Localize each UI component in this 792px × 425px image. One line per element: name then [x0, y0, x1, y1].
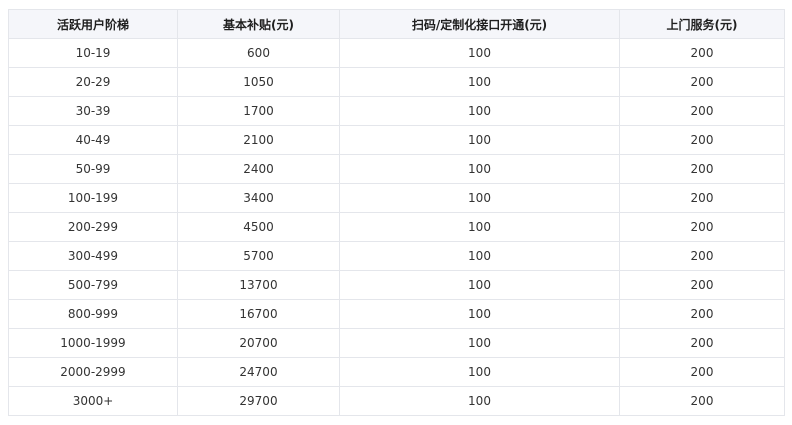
cell-onsite-service: 200	[619, 212, 785, 242]
cell-tier: 300-499	[8, 241, 178, 271]
cell-onsite-service: 200	[619, 38, 785, 68]
cell-scan-custom-api: 100	[339, 328, 620, 358]
cell-scan-custom-api: 100	[339, 212, 620, 242]
cell-basic-subsidy: 1700	[177, 96, 340, 126]
cell-basic-subsidy: 2100	[177, 125, 340, 155]
cell-scan-custom-api: 100	[339, 386, 620, 416]
cell-basic-subsidy: 20700	[177, 328, 340, 358]
table-header-row: 活跃用户阶梯 基本补贴(元) 扫码/定制化接口开通(元) 上门服务(元)	[8, 9, 785, 39]
table-row: 2000-2999 24700 100 200	[8, 357, 785, 387]
cell-basic-subsidy: 5700	[177, 241, 340, 271]
cell-tier: 800-999	[8, 299, 178, 329]
cell-scan-custom-api: 100	[339, 357, 620, 387]
cell-tier: 40-49	[8, 125, 178, 155]
cell-scan-custom-api: 100	[339, 96, 620, 126]
header-basic-subsidy: 基本补贴(元)	[177, 9, 340, 39]
cell-onsite-service: 200	[619, 96, 785, 126]
table-row: 10-19 600 100 200	[8, 38, 785, 68]
table-row: 20-29 1050 100 200	[8, 67, 785, 97]
header-active-user-tier: 活跃用户阶梯	[8, 9, 178, 39]
cell-onsite-service: 200	[619, 386, 785, 416]
cell-onsite-service: 200	[619, 241, 785, 271]
cell-scan-custom-api: 100	[339, 183, 620, 213]
subsidy-table: 活跃用户阶梯 基本补贴(元) 扫码/定制化接口开通(元) 上门服务(元) 10-…	[8, 9, 785, 416]
table-row: 100-199 3400 100 200	[8, 183, 785, 213]
cell-onsite-service: 200	[619, 183, 785, 213]
cell-tier: 30-39	[8, 96, 178, 126]
header-onsite-service: 上门服务(元)	[619, 9, 785, 39]
table-row: 800-999 16700 100 200	[8, 299, 785, 329]
cell-basic-subsidy: 600	[177, 38, 340, 68]
table-row: 50-99 2400 100 200	[8, 154, 785, 184]
cell-scan-custom-api: 100	[339, 38, 620, 68]
cell-onsite-service: 200	[619, 270, 785, 300]
cell-tier: 1000-1999	[8, 328, 178, 358]
cell-tier: 100-199	[8, 183, 178, 213]
cell-basic-subsidy: 3400	[177, 183, 340, 213]
cell-basic-subsidy: 13700	[177, 270, 340, 300]
cell-basic-subsidy: 16700	[177, 299, 340, 329]
cell-onsite-service: 200	[619, 125, 785, 155]
table-row: 40-49 2100 100 200	[8, 125, 785, 155]
cell-tier: 3000+	[8, 386, 178, 416]
table-row: 200-299 4500 100 200	[8, 212, 785, 242]
cell-scan-custom-api: 100	[339, 125, 620, 155]
table-row: 1000-1999 20700 100 200	[8, 328, 785, 358]
table-row: 3000+ 29700 100 200	[8, 386, 785, 416]
cell-onsite-service: 200	[619, 299, 785, 329]
cell-scan-custom-api: 100	[339, 154, 620, 184]
cell-scan-custom-api: 100	[339, 299, 620, 329]
cell-tier: 20-29	[8, 67, 178, 97]
cell-tier: 10-19	[8, 38, 178, 68]
cell-basic-subsidy: 2400	[177, 154, 340, 184]
cell-tier: 500-799	[8, 270, 178, 300]
cell-basic-subsidy: 4500	[177, 212, 340, 242]
table-row: 500-799 13700 100 200	[8, 270, 785, 300]
cell-basic-subsidy: 29700	[177, 386, 340, 416]
cell-onsite-service: 200	[619, 154, 785, 184]
cell-tier: 200-299	[8, 212, 178, 242]
subsidy-table-container: 活跃用户阶梯 基本补贴(元) 扫码/定制化接口开通(元) 上门服务(元) 10-…	[8, 9, 785, 416]
cell-scan-custom-api: 100	[339, 241, 620, 271]
cell-onsite-service: 200	[619, 67, 785, 97]
table-row: 300-499 5700 100 200	[8, 241, 785, 271]
cell-tier: 50-99	[8, 154, 178, 184]
cell-scan-custom-api: 100	[339, 67, 620, 97]
header-scan-custom-api: 扫码/定制化接口开通(元)	[339, 9, 620, 39]
cell-scan-custom-api: 100	[339, 270, 620, 300]
cell-basic-subsidy: 1050	[177, 67, 340, 97]
cell-basic-subsidy: 24700	[177, 357, 340, 387]
cell-onsite-service: 200	[619, 328, 785, 358]
cell-tier: 2000-2999	[8, 357, 178, 387]
table-row: 30-39 1700 100 200	[8, 96, 785, 126]
cell-onsite-service: 200	[619, 357, 785, 387]
